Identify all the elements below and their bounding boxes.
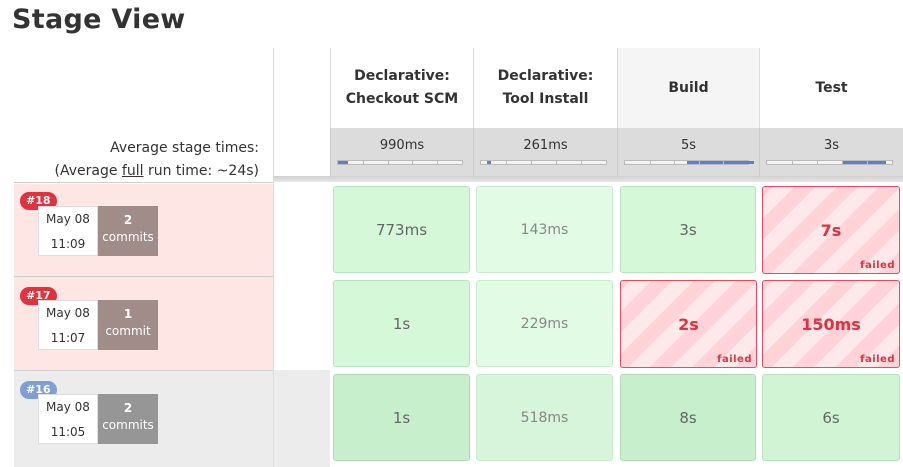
- stage-cell-16-checkout-scm[interactable]: 1s: [333, 374, 470, 461]
- stage-cell-16-build[interactable]: 8s: [620, 374, 756, 461]
- bar-segment: [362, 161, 364, 164]
- bar-segment: [723, 161, 725, 164]
- average-times-label: Average stage times: (Average full run t…: [55, 137, 260, 183]
- avg-progress-bar: [766, 160, 893, 165]
- bar-segment: [842, 161, 843, 164]
- stage-cell-17-checkout-scm[interactable]: 1s: [333, 280, 470, 367]
- bar-fill: [842, 161, 886, 164]
- stage-cell-16-test[interactable]: 6s: [762, 374, 900, 461]
- bar-segment: [531, 161, 532, 164]
- build-date-18: May 08 11:09: [38, 206, 98, 256]
- avg-progress-bar: [624, 160, 755, 165]
- avg-row-shadow: [273, 176, 903, 182]
- commits-box-18[interactable]: 2 commits: [98, 206, 158, 256]
- stage-cell-17-tool-install[interactable]: 229ms: [476, 280, 613, 367]
- stage-cell-17-test[interactable]: 150ms failed: [762, 280, 900, 368]
- stage-header-test[interactable]: Test: [759, 48, 903, 128]
- bar-segment: [581, 161, 582, 164]
- stage-cell-18-build[interactable]: 3s: [620, 186, 756, 273]
- bar-segment: [698, 161, 700, 164]
- avg-time-checkout-scm: 990ms: [330, 128, 473, 182]
- failed-label: failed: [860, 260, 895, 271]
- stage-cell-17-build[interactable]: 2s failed: [620, 280, 757, 368]
- avg-time-build: 5s: [617, 128, 759, 182]
- failed-label: failed: [717, 354, 752, 365]
- bar-segment: [437, 161, 439, 164]
- commits-box-17[interactable]: 1 commit: [98, 300, 158, 350]
- bar-segment: [506, 161, 507, 164]
- avg-progress-bar: [337, 160, 463, 165]
- bar-segment: [649, 161, 651, 164]
- stage-cell-16-tool-install[interactable]: 518ms: [476, 374, 613, 461]
- avg-stage-times-text: Average stage times:: [110, 140, 259, 156]
- stage-header-build[interactable]: Build: [617, 48, 759, 128]
- stage-cell-18-test[interactable]: 7s failed: [762, 186, 900, 274]
- build-date-16: May 08 11:05: [38, 394, 98, 444]
- avg-time-test: 3s: [759, 128, 903, 182]
- avg-progress-bar: [480, 160, 607, 165]
- stage-header-tool-install[interactable]: Declarative: Tool Install: [473, 48, 617, 128]
- bar-segment: [556, 161, 557, 164]
- spacer-column: [273, 48, 330, 467]
- bar-segment: [387, 161, 389, 164]
- full-run-link[interactable]: full: [122, 163, 144, 179]
- failed-label: failed: [860, 354, 895, 365]
- build-date-17: May 08 11:07: [38, 300, 98, 350]
- stage-header-checkout-scm[interactable]: Declarative: Checkout SCM: [330, 48, 473, 128]
- bar-segment: [792, 161, 793, 164]
- bar-fill: [338, 161, 348, 164]
- stage-cell-18-tool-install[interactable]: 143ms: [476, 186, 613, 273]
- bar-segment: [674, 161, 676, 164]
- bar-segment: [817, 161, 818, 164]
- avg-time-tool-install: 261ms: [473, 128, 617, 182]
- page-title: Stage View: [12, 4, 186, 35]
- commits-box-16[interactable]: 2 commits: [98, 394, 158, 444]
- row-divider: [14, 182, 273, 183]
- bar-segment: [412, 161, 414, 164]
- bar-segment: [867, 161, 868, 164]
- bar-fill: [487, 161, 491, 164]
- bar-fill: [686, 161, 755, 164]
- avg-run-time-text: (Average full run time: ~24s): [54, 163, 260, 179]
- stage-cell-18-checkout-scm[interactable]: 773ms: [333, 186, 470, 273]
